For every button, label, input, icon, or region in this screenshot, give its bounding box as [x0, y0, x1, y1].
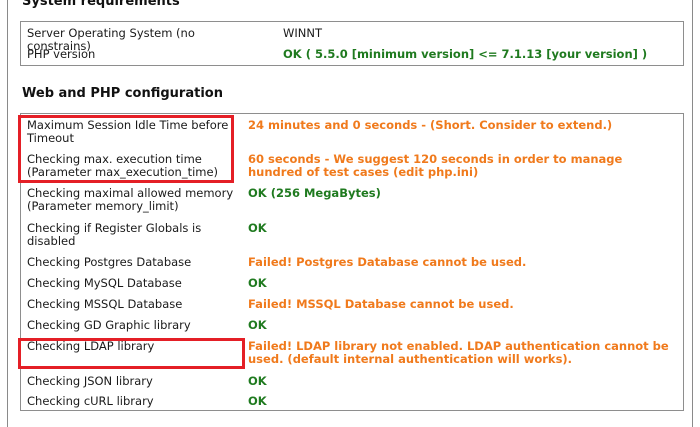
row-label: Checking JSON library [27, 374, 153, 388]
row-label: Checking Postgres Database [27, 255, 192, 269]
row-value: Failed! LDAP library not enabled. LDAP a… [248, 339, 669, 366]
row-value: OK (256 MegaBytes) [248, 186, 381, 200]
row-label: Checking MSSQL Database [27, 297, 183, 311]
page-right-border [692, 0, 693, 427]
row-value: OK [248, 221, 267, 235]
system-requirements-heading: System requirements [22, 0, 180, 9]
row-value: Failed! MSSQL Database cannot be used. [248, 297, 514, 311]
row-label: Checking GD Graphic library [27, 318, 191, 332]
row-value: 24 minutes and 0 seconds - (Short. Consi… [248, 118, 613, 132]
row-value: OK ( 5.5.0 [minimum version] <= 7.1.13 [… [283, 47, 648, 61]
highlight-box-timeout [18, 115, 234, 183]
highlight-box-ldap [18, 338, 245, 369]
system-requirements-table: Server Operating System (no constrains) … [20, 21, 684, 66]
row-label: Checking MySQL Database [27, 276, 182, 290]
row-value: OK [248, 276, 267, 290]
row-value: Failed! Postgres Database cannot be used… [248, 255, 527, 269]
row-value: WINNT [283, 26, 322, 40]
row-label: Checking if Register Globals is disabled [27, 221, 202, 248]
web-php-config-heading: Web and PHP configuration [22, 86, 223, 101]
row-label: Checking cURL library [27, 394, 154, 408]
page-left-border [7, 0, 8, 427]
row-value: OK [248, 318, 267, 332]
row-value: OK [248, 374, 267, 388]
row-value: OK [248, 394, 267, 408]
row-label: Checking maximal allowed memory (Paramet… [27, 186, 234, 213]
row-label: PHP version [27, 47, 96, 61]
row-value: 60 seconds - We suggest 120 seconds in o… [248, 152, 623, 179]
